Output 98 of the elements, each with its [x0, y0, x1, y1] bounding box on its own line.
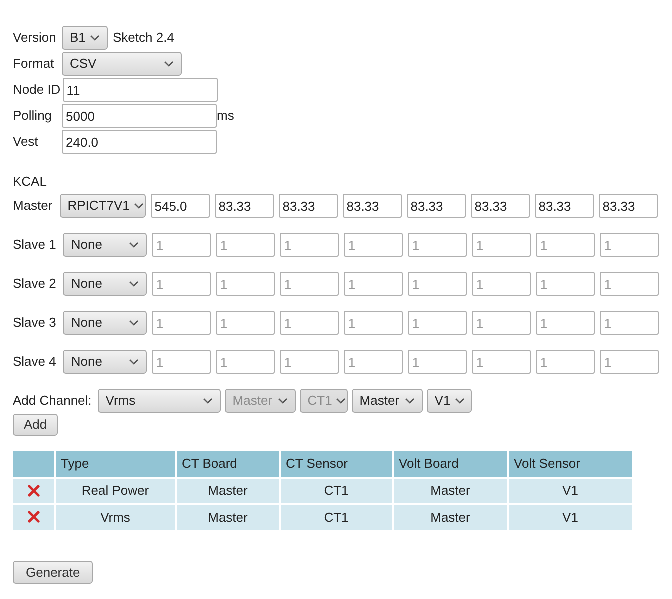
generate-button[interactable]: Generate — [13, 560, 94, 584]
field-label: Slave 4 — [13, 353, 58, 372]
table-cell: Master — [176, 504, 280, 530]
dropdown[interactable]: Master — [352, 388, 423, 412]
input-field[interactable]: 1 — [152, 233, 212, 257]
field-label: Polling — [13, 107, 54, 126]
input-field[interactable]: 1 — [600, 311, 660, 335]
input-field[interactable]: 1 — [280, 233, 340, 257]
input-field[interactable]: 1 — [344, 350, 404, 374]
input-field[interactable]: 1 — [600, 272, 660, 296]
caret-icon — [129, 359, 140, 365]
input-field[interactable]: 1 — [216, 311, 276, 335]
input-field[interactable]: 1 — [152, 350, 212, 374]
dropdown[interactable]: CSV — [62, 52, 182, 76]
table-cell: CT1 — [280, 478, 393, 504]
input-field[interactable]: 1 — [536, 350, 596, 374]
input-field[interactable]: 83.33 — [214, 194, 274, 218]
column-header: CT Sensor — [280, 450, 393, 478]
input-field[interactable]: 1 — [280, 350, 340, 374]
caret-icon — [129, 281, 140, 287]
input-field[interactable]: 83.33 — [342, 194, 402, 218]
field-label: Slave 3 — [13, 314, 58, 332]
table-cell: Master — [176, 478, 280, 504]
input-field[interactable]: 1 — [344, 272, 404, 296]
dropdown[interactable]: Vrms — [98, 388, 221, 412]
input-field[interactable]: 83.33 — [534, 194, 594, 218]
table-cell: Real Power — [55, 478, 176, 504]
caret-icon — [404, 398, 415, 404]
caret-icon — [164, 61, 174, 67]
unit-label: ms — [217, 107, 234, 126]
dropdown[interactable]: B1 — [62, 26, 108, 50]
caret-icon — [90, 35, 100, 41]
input-field[interactable]: 1 — [536, 311, 596, 335]
input-field[interactable]: 83.33 — [470, 194, 530, 218]
input-field[interactable]: 1 — [536, 233, 596, 257]
table-cell: CT1 — [280, 504, 393, 530]
input-field[interactable]: 1 — [280, 272, 340, 296]
input-field[interactable]: 1 — [472, 233, 532, 257]
column-header: Volt Sensor — [508, 450, 632, 478]
dropdown[interactable]: None — [63, 350, 148, 374]
delete-icon[interactable] — [28, 511, 40, 524]
table-cell: Master — [393, 504, 508, 530]
delete-icon[interactable] — [28, 484, 40, 497]
section-title: KCAL — [13, 173, 48, 191]
input-field[interactable]: 240.0 — [62, 130, 217, 154]
field-label: Node ID — [13, 81, 62, 100]
table-cell: V1 — [508, 478, 632, 504]
input-field[interactable]: 1 — [152, 311, 212, 335]
dropdown[interactable]: V1 — [426, 388, 472, 412]
table-cell: Master — [393, 478, 508, 504]
input-field[interactable]: 1 — [472, 272, 532, 296]
input-field[interactable]: 1 — [344, 311, 404, 335]
input-field[interactable]: 1 — [600, 233, 660, 257]
input-field[interactable]: 83.33 — [598, 194, 658, 218]
input-field[interactable]: 1 — [536, 272, 596, 296]
caret-icon — [129, 320, 140, 326]
add-button[interactable]: Add — [13, 414, 58, 436]
input-field[interactable]: 1 — [408, 233, 468, 257]
caret-icon — [278, 398, 288, 404]
table-cell: Vrms — [55, 504, 176, 530]
field-label: Version — [13, 29, 58, 48]
caret-icon — [336, 398, 346, 404]
dropdown[interactable]: None — [63, 272, 148, 296]
field-label: Add Channel: — [13, 392, 93, 410]
field-label: Master — [13, 197, 54, 216]
field-label: Slave 1 — [13, 236, 58, 254]
input-field[interactable]: 1 — [600, 350, 660, 374]
column-header: CT Board — [176, 450, 280, 478]
input-field[interactable]: 83.33 — [278, 194, 338, 218]
field-label: Format — [13, 55, 56, 74]
sketch-version: Sketch 2.4 — [113, 29, 174, 48]
caret-icon — [454, 398, 465, 404]
input-field[interactable]: 11 — [62, 78, 218, 102]
input-field[interactable]: 1 — [216, 350, 276, 374]
input-field[interactable]: 1 — [472, 350, 532, 374]
input-field[interactable]: 5000 — [62, 104, 217, 128]
input-field[interactable]: 1 — [280, 311, 340, 335]
input-field[interactable]: 1 — [408, 272, 468, 296]
input-field[interactable]: 1 — [152, 272, 212, 296]
caret-icon — [129, 242, 140, 248]
input-field[interactable]: 545.0 — [150, 194, 210, 218]
input-field[interactable]: 1 — [216, 233, 276, 257]
input-field[interactable]: 1 — [408, 311, 468, 335]
field-label: Vest — [13, 133, 40, 152]
input-field[interactable]: 1 — [216, 272, 276, 296]
column-header: Volt Board — [393, 450, 508, 478]
dropdown[interactable]: None — [63, 311, 148, 335]
dropdown[interactable]: None — [63, 233, 148, 257]
table-cell: V1 — [508, 504, 632, 530]
column-header: Type — [55, 450, 176, 478]
dropdown[interactable]: RPICT7V1 — [60, 194, 146, 218]
caret-icon — [202, 398, 213, 404]
input-field[interactable]: 1 — [408, 350, 468, 374]
input-field[interactable]: 83.33 — [406, 194, 466, 218]
caret-icon — [134, 203, 144, 209]
field-label: Slave 2 — [13, 275, 58, 294]
input-field[interactable]: 1 — [472, 311, 532, 335]
input-field[interactable]: 1 — [344, 233, 404, 257]
